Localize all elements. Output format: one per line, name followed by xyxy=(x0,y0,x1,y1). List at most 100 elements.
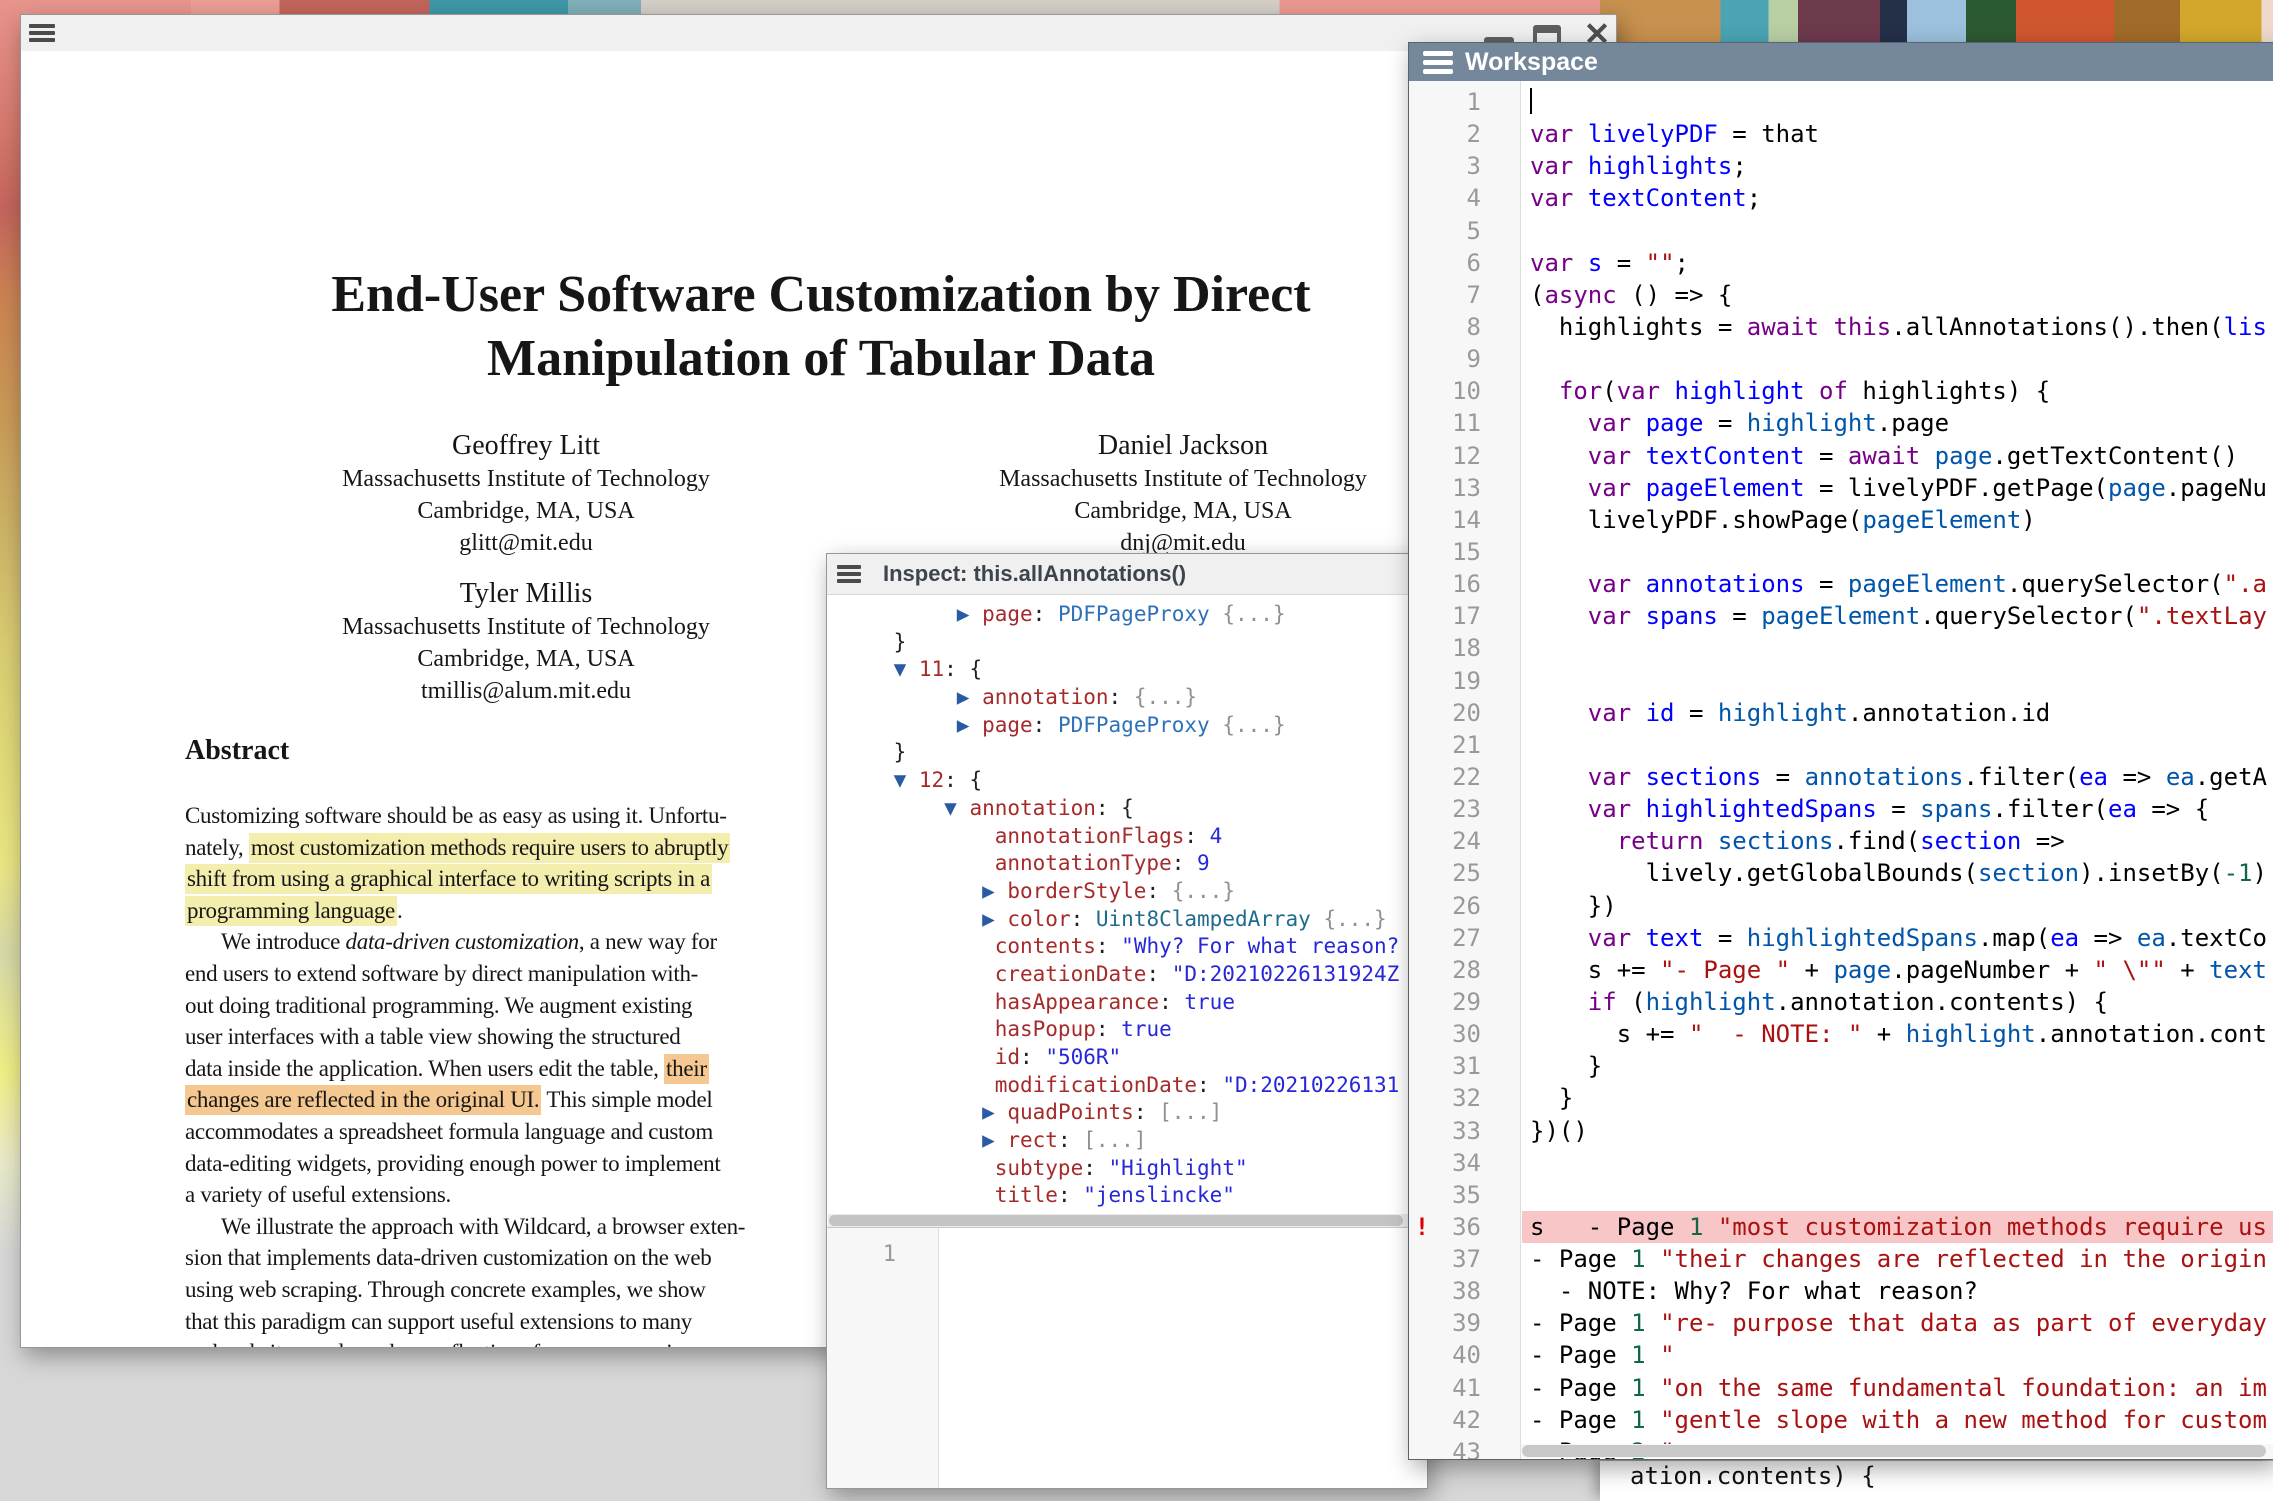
workspace-titlebar[interactable]: Workspace xyxy=(1409,43,2273,81)
inspector-tree-line[interactable]: ▶ page: PDFPageProxy {...} xyxy=(843,712,1427,740)
inspector-tree-line[interactable]: hasPopup: true xyxy=(843,1016,1427,1044)
code-line[interactable]: var textContent = await page.getTextCont… xyxy=(1530,440,2273,472)
code-line[interactable]: highlights = await this.allAnnotations()… xyxy=(1530,311,2273,343)
author-name: Geoffrey Litt xyxy=(276,429,776,463)
gutter-line-number: 42 xyxy=(1409,1404,1520,1436)
inspector-tree-line[interactable]: ▶ color: Uint8ClampedArray {...} xyxy=(843,906,1427,934)
inspector-tree-line[interactable]: ▼ annotation: { xyxy=(843,795,1427,823)
abstract-line: Customizing software should be as easy a… xyxy=(185,800,875,832)
scrollbar-thumb[interactable] xyxy=(829,1215,1403,1226)
gutter-line-number: 28 xyxy=(1409,954,1520,986)
inspector-horizontal-scrollbar[interactable] xyxy=(828,1214,1426,1227)
code-line[interactable]: - NOTE: Why? For what reason? xyxy=(1530,1275,2273,1307)
code-line[interactable]: (async () => { xyxy=(1530,279,2273,311)
code-line[interactable]: var page = highlight.page xyxy=(1530,407,2273,439)
code-line[interactable] xyxy=(1530,632,2273,664)
author-institution: Massachusetts Institute of Technology xyxy=(933,463,1433,495)
gutter-line-number: 27 xyxy=(1409,922,1520,954)
inspector-object-tree[interactable]: ▶ page: PDFPageProxy {...} } ▼ 11: { ▶ a… xyxy=(827,594,1427,1221)
code-line[interactable]: var s = ""; xyxy=(1530,247,2273,279)
gutter-line-number: 26 xyxy=(1409,890,1520,922)
workspace-editor[interactable]: 1234567891011121314151617181920212223242… xyxy=(1409,81,2273,1459)
inspector-tree-line[interactable]: annotationType: 9 xyxy=(843,850,1427,878)
inspector-tree-line[interactable]: ▼ 11: { xyxy=(843,656,1427,684)
abstract-line: accommodates a spreadsheet formula langu… xyxy=(185,1116,875,1148)
inspector-titlebar[interactable]: Inspect: this.allAnnotations() xyxy=(827,554,1427,595)
inspector-tree-line[interactable]: ▶ annotation: {...} xyxy=(843,684,1427,712)
abstract-line: out doing traditional programming. We au… xyxy=(185,990,875,1022)
code-line[interactable]: - Page 1 "re- purpose that data as part … xyxy=(1530,1307,2273,1339)
scrollbar-thumb[interactable] xyxy=(1522,1445,2266,1457)
workspace-title: Workspace xyxy=(1465,43,1598,81)
code-line[interactable]: s += " - NOTE: " + highlight.annotation.… xyxy=(1530,1018,2273,1050)
abstract-text: Customizing software should be as easy a… xyxy=(185,800,875,1347)
background-code-window: ation.contents) { xyxy=(1600,1461,2273,1501)
code-line[interactable] xyxy=(1530,729,2273,761)
pdf-titlebar[interactable] xyxy=(21,15,1616,52)
code-line[interactable]: var livelyPDF = that xyxy=(1530,118,2273,150)
code-line[interactable] xyxy=(1530,536,2273,568)
code-line[interactable]: var id = highlight.annotation.id xyxy=(1530,697,2273,729)
gutter-line-number: 21 xyxy=(1409,729,1520,761)
inspector-tree-line[interactable]: contents: "Why? For what reason? xyxy=(843,933,1427,961)
code-line[interactable]: }) xyxy=(1530,890,2273,922)
inspector-tree-line[interactable]: title: "jenslincke" xyxy=(843,1182,1427,1210)
code-line[interactable]: s += "- Page " + page.pageNumber + " \""… xyxy=(1530,954,2273,986)
code-line[interactable]: s - Page 1 "most customization methods r… xyxy=(1522,1211,2273,1243)
code-line[interactable]: return sections.find(section => xyxy=(1530,825,2273,857)
code-line[interactable]: for(var highlight of highlights) { xyxy=(1530,375,2273,407)
code-line[interactable]: var annotations = pageElement.querySelec… xyxy=(1530,568,2273,600)
code-line[interactable] xyxy=(1530,665,2273,697)
code-line[interactable]: var highlights; xyxy=(1530,150,2273,182)
code-line[interactable]: var text = highlightedSpans.map(ea => ea… xyxy=(1530,922,2273,954)
code-line[interactable]: var sections = annotations.filter(ea => … xyxy=(1530,761,2273,793)
workspace-horizontal-scrollbar[interactable] xyxy=(1521,1444,2273,1458)
code-line[interactable] xyxy=(1530,215,2273,247)
inspector-tree-line[interactable]: id: "506R" xyxy=(843,1044,1427,1072)
code-line[interactable]: var spans = pageElement.querySelector(".… xyxy=(1530,600,2273,632)
gutter-line-number: 34 xyxy=(1409,1147,1520,1179)
menu-icon[interactable] xyxy=(1423,51,1453,78)
inspector-tree-line[interactable]: ▶ page: PDFPageProxy {...} xyxy=(843,601,1427,629)
inspector-tree-line[interactable]: ▶ borderStyle: {...} xyxy=(843,878,1427,906)
gutter-line-number: 13 xyxy=(1409,472,1520,504)
workspace-gutter: 1234567891011121314151617181920212223242… xyxy=(1409,81,1521,1459)
inspector-tree-line[interactable]: ▶ quadPoints: [...] xyxy=(843,1099,1427,1127)
code-line[interactable]: var highlightedSpans = spans.filter(ea =… xyxy=(1530,793,2273,825)
inspector-tree-line[interactable]: subtype: "Highlight" xyxy=(843,1155,1427,1183)
code-line[interactable]: })() xyxy=(1530,1115,2273,1147)
code-line[interactable] xyxy=(1530,1179,2273,1211)
code-line[interactable] xyxy=(1530,86,2273,118)
inspector-tree-line[interactable]: ▶ rect: [...] xyxy=(843,1127,1427,1155)
code-line[interactable]: - Page 1 " xyxy=(1530,1339,2273,1371)
inspector-tree-line[interactable]: modificationDate: "D:20210226131 xyxy=(843,1072,1427,1100)
inspector-code-pane[interactable]: 1 xyxy=(827,1227,1427,1488)
abstract-line: using web scraping. Through concrete exa… xyxy=(185,1274,875,1306)
code-line[interactable]: lively.getGlobalBounds(section).insetBy(… xyxy=(1530,857,2273,889)
menu-icon[interactable] xyxy=(837,565,861,586)
code-line[interactable]: } xyxy=(1530,1050,2273,1082)
code-line[interactable]: - Page 1 "their changes are reflected in… xyxy=(1530,1243,2273,1275)
code-line[interactable]: - Page 1 "on the same fundamental founda… xyxy=(1530,1372,2273,1404)
gutter-line-number: 3 xyxy=(1409,150,1520,182)
inspector-tree-line[interactable]: } xyxy=(843,629,1427,657)
code-line[interactable]: if (highlight.annotation.contents) { xyxy=(1530,986,2273,1018)
abstract-line: programming language. xyxy=(185,895,875,927)
inspector-tree-line[interactable]: creationDate: "D:20210226131924Z xyxy=(843,961,1427,989)
code-line[interactable]: livelyPDF.showPage(pageElement) xyxy=(1530,504,2273,536)
code-line[interactable] xyxy=(1530,343,2273,375)
code-line[interactable]: var textContent; xyxy=(1530,182,2273,214)
author-email: glitt@mit.edu xyxy=(276,527,776,559)
inspector-tree-line[interactable]: } xyxy=(843,739,1427,767)
workspace-code[interactable]: var livelyPDF = thatvar highlights;var t… xyxy=(1522,81,2273,1459)
gutter-line-number: 14 xyxy=(1409,504,1520,536)
code-line[interactable]: var pageElement = livelyPDF.getPage(page… xyxy=(1530,472,2273,504)
code-fragment: ation.contents) { xyxy=(1600,1461,2273,1490)
code-line[interactable]: - Page 1 "gentle slope with a new method… xyxy=(1530,1404,2273,1436)
inspector-tree-line[interactable]: hasAppearance: true xyxy=(843,989,1427,1017)
code-line[interactable]: } xyxy=(1530,1082,2273,1114)
inspector-tree-line[interactable]: annotationFlags: 4 xyxy=(843,823,1427,851)
code-line[interactable] xyxy=(1530,1147,2273,1179)
inspector-tree-line[interactable]: ▼ 12: { xyxy=(843,767,1427,795)
menu-icon[interactable] xyxy=(29,24,55,45)
